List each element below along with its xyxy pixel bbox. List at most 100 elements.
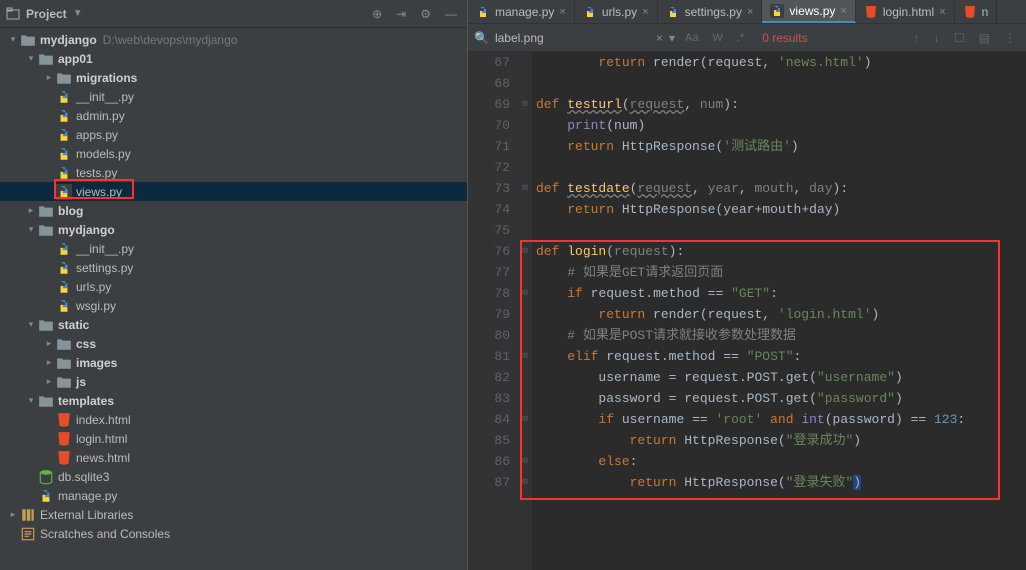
project-tree[interactable]: ▾mydjangoD:\web\devops\mydjango▾app01▸mi… bbox=[0, 28, 467, 570]
expand-arrow-icon[interactable]: ▸ bbox=[6, 509, 20, 520]
fold-marker[interactable]: ⊟ bbox=[518, 283, 532, 304]
expand-arrow-icon[interactable]: ▾ bbox=[24, 224, 38, 235]
tab-n[interactable]: n bbox=[955, 0, 998, 23]
fold-marker[interactable] bbox=[518, 388, 532, 409]
expand-arrow-icon[interactable]: ▸ bbox=[42, 376, 56, 387]
code-line[interactable]: print(num) bbox=[536, 115, 1026, 136]
fold-marker[interactable]: ⊟ bbox=[518, 409, 532, 430]
tree-item-apps-py[interactable]: apps.py bbox=[0, 125, 467, 144]
code-editor[interactable]: 6768697071727374757677787980818283848586… bbox=[468, 52, 1026, 570]
tree-item-index-html[interactable]: index.html bbox=[0, 410, 467, 429]
code-line[interactable] bbox=[536, 157, 1026, 178]
code-line[interactable]: # 如果是GET请求返回页面 bbox=[536, 262, 1026, 283]
tab-login-html[interactable]: login.html× bbox=[856, 0, 955, 23]
code-line[interactable]: username = request.POST.get("username") bbox=[536, 367, 1026, 388]
collapse-icon[interactable]: ⇥ bbox=[392, 7, 410, 21]
fold-marker[interactable] bbox=[518, 430, 532, 451]
fold-marker[interactable] bbox=[518, 367, 532, 388]
fold-marker[interactable]: ⊟ bbox=[518, 94, 532, 115]
tree-item-images[interactable]: ▸images bbox=[0, 353, 467, 372]
code-line[interactable]: # 如果是POST请求就接收参数处理数据 bbox=[536, 325, 1026, 346]
tree-item-login-html[interactable]: login.html bbox=[0, 429, 467, 448]
expand-arrow-icon[interactable]: ▸ bbox=[42, 338, 56, 349]
code-line[interactable]: return HttpResponse("登录成功") bbox=[536, 430, 1026, 451]
expand-arrow-icon[interactable]: ▸ bbox=[24, 205, 38, 216]
tree-item-scratches-and-consoles[interactable]: Scratches and Consoles bbox=[0, 524, 467, 543]
find-filter-icon[interactable]: ▤ bbox=[975, 31, 994, 45]
tab-manage-py[interactable]: manage.py× bbox=[468, 0, 575, 23]
tree-item-models-py[interactable]: models.py bbox=[0, 144, 467, 163]
fold-marker[interactable]: ⊟ bbox=[518, 472, 532, 493]
tab-urls-py[interactable]: urls.py× bbox=[575, 0, 658, 23]
expand-arrow-icon[interactable]: ▾ bbox=[24, 319, 38, 330]
autoscroll-icon[interactable]: ⊕ bbox=[368, 7, 386, 21]
tree-item---init---py[interactable]: __init__.py bbox=[0, 239, 467, 258]
fold-marker[interactable] bbox=[518, 52, 532, 73]
fold-column[interactable]: ⊟⊟⊟⊟⊟⊟⊟⊟ bbox=[518, 52, 532, 570]
tree-item-news-html[interactable]: news.html bbox=[0, 448, 467, 467]
fold-marker[interactable] bbox=[518, 325, 532, 346]
code-line[interactable]: def testdate(request, year, mouth, day): bbox=[536, 178, 1026, 199]
fold-marker[interactable] bbox=[518, 115, 532, 136]
code-line[interactable]: def testurl(request, num): bbox=[536, 94, 1026, 115]
tree-item-urls-py[interactable]: urls.py bbox=[0, 277, 467, 296]
code-line[interactable] bbox=[536, 220, 1026, 241]
settings-icon[interactable]: ⚙ bbox=[416, 7, 435, 21]
fold-marker[interactable]: ⊟ bbox=[518, 178, 532, 199]
close-tab-icon[interactable]: × bbox=[840, 5, 846, 17]
fold-marker[interactable] bbox=[518, 304, 532, 325]
words-toggle[interactable]: W bbox=[708, 32, 726, 44]
tree-item-mydjango[interactable]: ▾mydjangoD:\web\devops\mydjango bbox=[0, 30, 467, 49]
code-line[interactable]: def login(request): bbox=[536, 241, 1026, 262]
fold-marker[interactable] bbox=[518, 157, 532, 178]
fold-marker[interactable]: ⊟ bbox=[518, 451, 532, 472]
close-tab-icon[interactable]: × bbox=[747, 6, 753, 18]
expand-arrow-icon[interactable]: ▸ bbox=[42, 72, 56, 83]
code-line[interactable] bbox=[536, 73, 1026, 94]
sidebar-dropdown-icon[interactable]: ▼ bbox=[73, 8, 83, 19]
fold-marker[interactable] bbox=[518, 262, 532, 283]
code-line[interactable]: password = request.POST.get("password") bbox=[536, 388, 1026, 409]
code-line[interactable]: else: bbox=[536, 451, 1026, 472]
expand-arrow-icon[interactable]: ▾ bbox=[6, 34, 20, 45]
tree-item-static[interactable]: ▾static bbox=[0, 315, 467, 334]
match-case-toggle[interactable]: Aa bbox=[681, 32, 702, 44]
hide-icon[interactable]: — bbox=[441, 7, 461, 21]
code-content[interactable]: return render(request, 'news.html') def t… bbox=[532, 52, 1026, 570]
code-line[interactable]: return render(request, 'login.html') bbox=[536, 304, 1026, 325]
tree-item-templates[interactable]: ▾templates bbox=[0, 391, 467, 410]
close-tab-icon[interactable]: × bbox=[939, 6, 945, 18]
find-prev-icon[interactable]: ↑ bbox=[910, 31, 924, 45]
code-line[interactable]: if request.method == "GET": bbox=[536, 283, 1026, 304]
tab-settings-py[interactable]: settings.py× bbox=[658, 0, 763, 23]
tree-item---init---py[interactable]: __init__.py bbox=[0, 87, 467, 106]
find-select-all-icon[interactable]: ☐ bbox=[950, 31, 969, 45]
find-next-icon[interactable]: ↓ bbox=[930, 31, 944, 45]
code-line[interactable]: return render(request, 'news.html') bbox=[536, 52, 1026, 73]
tree-item-admin-py[interactable]: admin.py bbox=[0, 106, 467, 125]
tree-item-mydjango[interactable]: ▾mydjango bbox=[0, 220, 467, 239]
tree-item-settings-py[interactable]: settings.py bbox=[0, 258, 467, 277]
tree-item-views-py[interactable]: views.py bbox=[0, 182, 467, 201]
regex-toggle[interactable]: .* bbox=[733, 32, 748, 44]
tree-item-db-sqlite3[interactable]: db.sqlite3 bbox=[0, 467, 467, 486]
clear-search-icon[interactable]: × bbox=[656, 31, 663, 45]
close-tab-icon[interactable]: × bbox=[642, 6, 648, 18]
fold-marker[interactable]: ⊟ bbox=[518, 346, 532, 367]
code-line[interactable]: return HttpResponse('测试路由') bbox=[536, 136, 1026, 157]
tree-item-tests-py[interactable]: tests.py bbox=[0, 163, 467, 182]
expand-arrow-icon[interactable]: ▾ bbox=[24, 53, 38, 64]
fold-marker[interactable]: ⊟ bbox=[518, 241, 532, 262]
history-icon[interactable]: ▾ bbox=[669, 31, 675, 45]
find-more-icon[interactable]: ⋮ bbox=[1000, 31, 1020, 45]
expand-arrow-icon[interactable]: ▸ bbox=[42, 357, 56, 368]
fold-marker[interactable] bbox=[518, 199, 532, 220]
code-line[interactable]: return HttpResponse("登录失败") bbox=[536, 472, 1026, 493]
code-line[interactable]: return HttpResponse(year+mouth+day) bbox=[536, 199, 1026, 220]
close-tab-icon[interactable]: × bbox=[559, 6, 565, 18]
tree-item-wsgi-py[interactable]: wsgi.py bbox=[0, 296, 467, 315]
fold-marker[interactable] bbox=[518, 73, 532, 94]
tree-item-manage-py[interactable]: manage.py bbox=[0, 486, 467, 505]
expand-arrow-icon[interactable]: ▾ bbox=[24, 395, 38, 406]
tree-item-app01[interactable]: ▾app01 bbox=[0, 49, 467, 68]
